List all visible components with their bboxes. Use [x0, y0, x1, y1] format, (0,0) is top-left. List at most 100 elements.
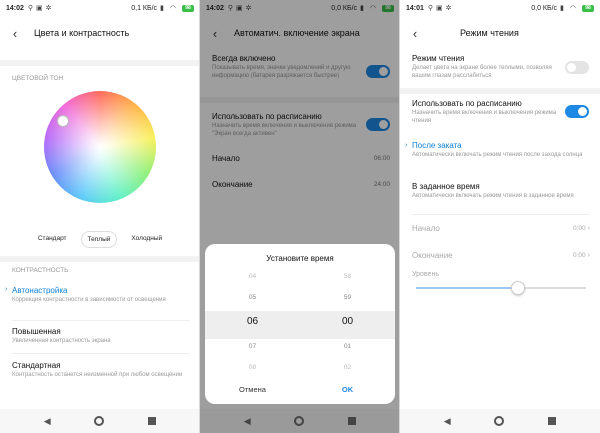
settings-icon: ✲	[445, 5, 452, 12]
preset-standard[interactable]: Стандарт	[31, 231, 73, 248]
reading-mode-setting[interactable]: Режим чтения Делает цвета на экране боле…	[412, 54, 562, 80]
nav-recents-icon[interactable]	[548, 417, 557, 425]
preset-warm[interactable]: Теплый	[80, 231, 118, 248]
start-time-row[interactable]: Начало	[412, 224, 592, 233]
schedule-setting[interactable]: Использовать по расписанию Назначить вре…	[412, 99, 562, 125]
cancel-button[interactable]: Отмена	[205, 381, 300, 398]
row-label: Начало	[412, 224, 440, 233]
reading-mode-toggle[interactable]	[565, 61, 589, 74]
option-subtitle: Автоматически включать режим чтения посл…	[412, 152, 583, 158]
hour-picker[interactable]: 04 05 06 07 08	[205, 266, 300, 378]
network-speed: 0,1 КБ/с	[131, 4, 158, 12]
row-label: Окончание	[412, 251, 453, 260]
end-time-row[interactable]: Окончание	[412, 251, 592, 260]
minute-option[interactable]: 59	[300, 287, 395, 308]
hour-option[interactable]: 08	[205, 357, 300, 378]
hour-option[interactable]: 07	[205, 336, 300, 357]
notification-icon: ▣	[36, 5, 43, 12]
battery-icon: 98	[182, 4, 194, 12]
hour-option[interactable]: 05	[205, 287, 300, 308]
setting-subtitle: Делает цвета на экране более теплыми, по…	[412, 65, 552, 79]
app-header: ‹ Режим чтения	[400, 22, 600, 44]
nav-home-icon[interactable]	[294, 416, 305, 426]
nav-back-icon[interactable]: ◀	[444, 416, 451, 427]
signal-icon: ▮	[560, 5, 564, 12]
battery-icon: 98	[582, 4, 594, 12]
level-label: Уровень	[412, 271, 439, 278]
network-speed: 0,0 КБ/с	[531, 4, 558, 12]
time-text: 0:00	[573, 252, 586, 259]
status-bar: 14:01 ⚲ ▣ ✲ 0,0 КБ/с ▮ ◠ 98	[400, 0, 600, 16]
settings-icon: ✲	[45, 5, 52, 12]
screen-reading-mode: 14:01 ⚲ ▣ ✲ 0,0 КБ/с ▮ ◠ 98 ‹ Режим чтен…	[400, 0, 600, 433]
notification-icon: ▣	[436, 5, 443, 12]
nav-home-icon[interactable]	[94, 416, 105, 426]
color-wheel-handle[interactable]	[57, 115, 69, 127]
wifi-icon: ◠	[569, 5, 576, 12]
setting-subtitle: Назначить время включения и выключения р…	[412, 110, 557, 124]
nav-back-icon[interactable]: ◀	[44, 416, 51, 427]
minute-option[interactable]: 02	[300, 357, 395, 378]
time-text: 0:00	[573, 225, 586, 232]
status-time: 14:02	[6, 4, 24, 12]
hour-option-selected[interactable]: 06	[205, 308, 300, 336]
option-title: В заданное время	[412, 182, 480, 191]
option-title: Стандартная	[12, 361, 61, 370]
option-subtitle: Контрастность останется неизменной при л…	[12, 372, 183, 378]
custom-time-option[interactable]: В заданное время Автоматически включать …	[412, 182, 592, 201]
nav-back-icon[interactable]: ◀	[244, 416, 251, 427]
wifi-icon: ◠	[169, 5, 176, 12]
chevron-right-icon: ›	[587, 252, 590, 259]
back-arrow-icon[interactable]: ‹	[404, 26, 426, 41]
contrast-option-standard[interactable]: Стандартная Контрастность останется неиз…	[12, 361, 192, 380]
color-wheel[interactable]	[44, 91, 156, 203]
location-icon: ⚲	[427, 5, 434, 12]
minute-picker[interactable]: 58 59 00 01 02	[300, 266, 395, 378]
schedule-toggle[interactable]	[565, 105, 589, 118]
option-subtitle: Автоматически включать режим чтения в за…	[412, 193, 574, 199]
level-slider-fill	[416, 287, 518, 289]
screen-separator	[199, 0, 200, 433]
app-header: ‹ Цвета и контрастность	[0, 22, 200, 44]
setting-title: Использовать по расписанию	[412, 99, 522, 108]
nav-home-icon[interactable]	[494, 416, 505, 426]
screen-always-on-display: 14:02 ⚲ ▣ ✲ 0,0 КБ/с ▮ ◠ 98 ‹ Автоматич.…	[200, 0, 400, 433]
option-title: После заката	[412, 141, 462, 150]
nav-recents-icon[interactable]	[148, 417, 157, 425]
divider	[412, 214, 590, 215]
contrast-option-auto[interactable]: Автонастройка Коррекция контрастности в …	[12, 286, 192, 305]
selected-indicator-icon: ›	[405, 142, 408, 149]
selected-indicator-icon: ›	[5, 286, 8, 293]
option-title: Автонастройка	[12, 286, 68, 295]
dialog-title: Установите время	[266, 254, 334, 263]
dialog-buttons: Отмена OK	[205, 381, 395, 398]
preset-cool[interactable]: Холодный	[125, 231, 169, 248]
time-picker-dialog: Установите время 04 05 06 07 08 58 59 00…	[205, 244, 395, 404]
sunset-option[interactable]: После заката Автоматически включать режи…	[412, 141, 592, 160]
status-time: 14:01	[406, 4, 424, 12]
divider	[12, 353, 190, 354]
minute-option[interactable]: 58	[300, 266, 395, 287]
screen-separator	[399, 0, 400, 433]
hour-option[interactable]: 04	[205, 266, 300, 287]
contrast-option-high[interactable]: Повышенная Увеличенная контрастность экр…	[12, 327, 192, 346]
section-label-contrast: КОНТРАСТНОСТЬ	[12, 267, 69, 274]
back-arrow-icon[interactable]: ‹	[4, 26, 26, 41]
level-slider-handle[interactable]	[511, 281, 525, 295]
nav-bar: ◀	[200, 409, 400, 433]
nav-bar: ◀	[400, 409, 600, 433]
nav-bar: ◀	[0, 409, 200, 433]
minute-option[interactable]: 01	[300, 336, 395, 357]
nav-recents-icon[interactable]	[348, 417, 357, 425]
level-slider[interactable]	[416, 281, 586, 295]
end-time-value: 0:00 ›	[573, 252, 590, 259]
divider	[12, 320, 190, 321]
section-label-color: ЦВЕТОВОЙ ТОН	[12, 75, 64, 82]
minute-option-selected[interactable]: 00	[300, 308, 395, 336]
page-title: Режим чтения	[460, 28, 519, 38]
option-subtitle: Коррекция контрастности в зависимости от…	[12, 297, 166, 303]
color-presets: Стандарт Теплый Холодный	[0, 231, 200, 248]
divider-band	[0, 256, 200, 262]
ok-button[interactable]: OK	[300, 381, 395, 398]
status-bar: 14:02 ⚲ ▣ ✲ 0,1 КБ/с ▮ ◠ 98	[0, 0, 200, 16]
